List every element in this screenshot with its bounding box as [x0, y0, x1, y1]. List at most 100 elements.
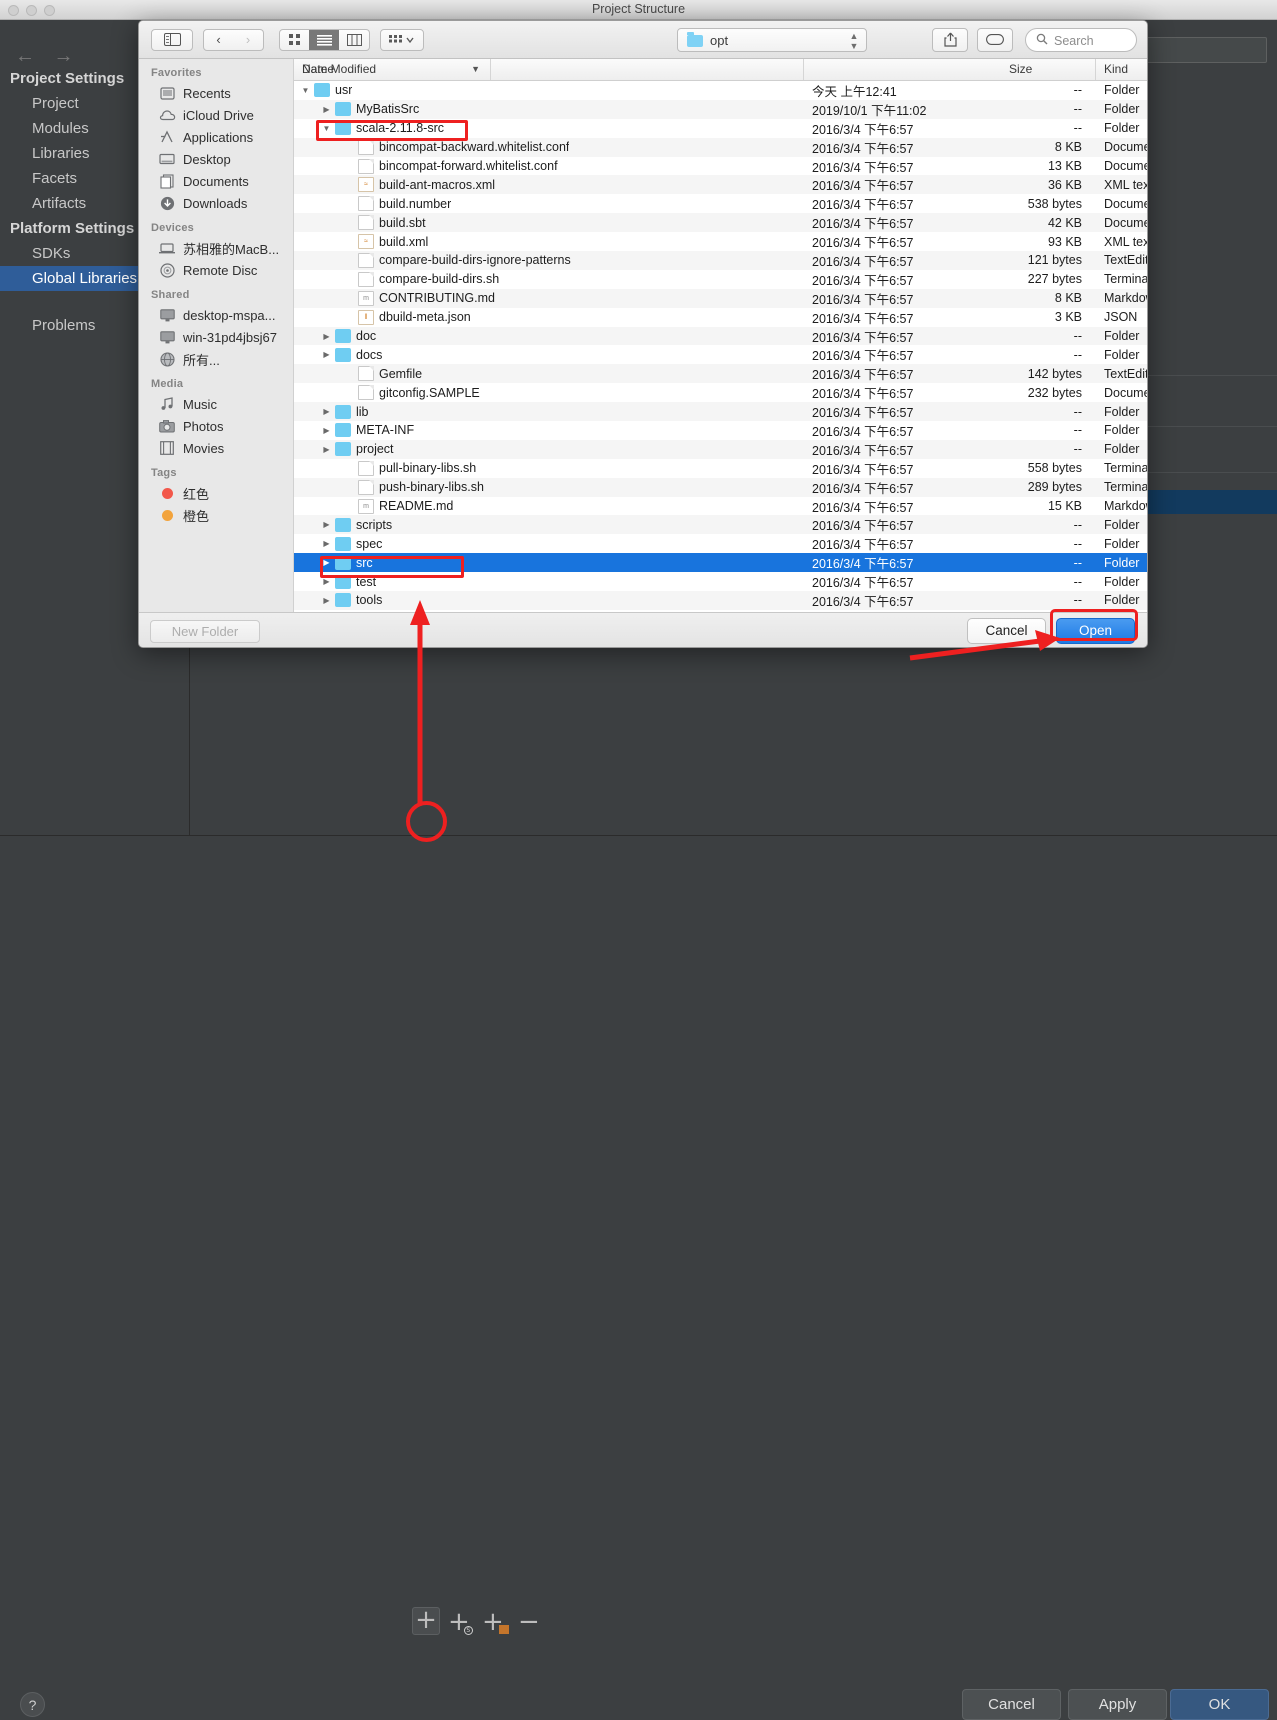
table-row[interactable]: ▶ META-INF 2016/3/4 下午6:57 -- Folder [294, 421, 1147, 440]
sidebar-item-[interactable]: 红色 [139, 482, 293, 504]
icon-view-button[interactable] [279, 29, 310, 51]
file-date-cell: 2016/3/4 下午6:57 [812, 557, 914, 572]
table-row[interactable]: build.sbt 2016/3/4 下午6:57 42 KB Document [294, 213, 1147, 233]
disclosure-down-icon[interactable]: ▼ [300, 86, 311, 95]
file-name-label: MyBatisSrc [356, 102, 420, 117]
column-header-date-modified[interactable]: Date Modified ▼ [294, 59, 491, 80]
sidebar-item-win-31pd4jbsj67[interactable]: win-31pd4jbsj67 [139, 326, 293, 348]
sidebar-item-desktop-mspa[interactable]: desktop-mspa... [139, 304, 293, 326]
cancel-button[interactable]: Cancel [967, 618, 1046, 644]
sidebar-item-movies[interactable]: Movies [139, 437, 293, 459]
arrange-button[interactable] [380, 29, 424, 51]
finder-open-panel: ‹ › opt ▲ ▼ Search Favorites Recents iCl… [138, 20, 1148, 648]
table-row[interactable]: compare-build-dirs-ignore-patterns 2016/3… [294, 251, 1147, 270]
disclosure-right-icon[interactable]: ▶ [321, 577, 332, 586]
table-row[interactable]: bincompat-backward.whitelist.conf 2016/3/… [294, 137, 1147, 157]
new-folder-button[interactable]: New Folder [150, 620, 260, 643]
sidebar-item-label: Photos [183, 418, 224, 434]
table-row[interactable]: ▶ scripts 2016/3/4 下午6:57 -- Folder [294, 515, 1147, 535]
content-selected-row[interactable] [1130, 490, 1277, 514]
table-row[interactable]: ▶ project 2016/3/4 下午6:57 -- Folder [294, 439, 1147, 459]
disclosure-right-icon[interactable]: ▶ [321, 558, 332, 567]
table-row[interactable]: ▶ docs 2016/3/4 下午6:57 -- Folder [294, 345, 1147, 364]
table-row[interactable]: ▶ test 2016/3/4 下午6:57 -- Folder [294, 572, 1147, 591]
apply-button[interactable]: Apply [1068, 1689, 1167, 1720]
library-name-field[interactable] [1137, 37, 1267, 63]
table-row[interactable]: ▶ src 2016/3/4 下午6:57 -- Folder [294, 553, 1147, 573]
column-view-button[interactable] [339, 29, 370, 51]
table-row[interactable]: ‖ dbuild-meta.json 2016/3/4 下午6:57 3 KB JSON [294, 308, 1147, 327]
disclosure-right-icon[interactable]: ▶ [321, 407, 332, 416]
table-row[interactable]: ≈ build-ant-macros.xml 2016/3/4 下午6:57 36 K… [294, 175, 1147, 195]
table-row[interactable]: m README.md 2016/3/4 下午6:57 15 KB Markdown [294, 497, 1147, 516]
disclosure-right-icon[interactable]: ▶ [321, 350, 332, 359]
table-row[interactable]: ▶ MyBatisSrc 2019/10/1 下午11:02 -- Folder [294, 99, 1147, 119]
table-row[interactable]: bincompat-forward.whitelist.conf 2016/3/4… [294, 157, 1147, 176]
add-java-button[interactable]: + [482, 1609, 509, 1635]
path-popup-button[interactable]: opt ▲ ▼ [677, 28, 867, 52]
table-row[interactable]: ▶ tools 2016/3/4 下午6:57 -- Folder [294, 591, 1147, 610]
file-name-cell: ≈ build-ant-macros.xml [294, 177, 804, 193]
table-row[interactable]: compare-build-dirs.sh 2016/3/4 下午6:57 227 … [294, 270, 1147, 289]
table-row[interactable]: ▶ doc 2016/3/4 下午6:57 -- Folder [294, 326, 1147, 346]
column-header-kind[interactable]: Kind [1096, 59, 1147, 80]
chevron-updown-icon[interactable]: ▲ ▼ [848, 31, 860, 51]
help-icon[interactable]: ? [20, 1692, 45, 1717]
search-input[interactable]: Search [1025, 28, 1137, 52]
add-scala-sdk-button[interactable]: + S [448, 1609, 473, 1635]
sidebar-item-[interactable]: 橙色 [139, 504, 293, 526]
sidebar-item-remote-disc[interactable]: Remote Disc [139, 259, 293, 281]
sidebar-item-[interactable]: 所有... [139, 348, 293, 370]
finder-sidebar[interactable]: Favorites Recents iCloud Drive Applications… [139, 59, 294, 612]
table-row[interactable]: ▶ spec 2016/3/4 下午6:57 -- Folder [294, 534, 1147, 553]
sidebar-item-desktop[interactable]: Desktop [139, 148, 293, 170]
table-row[interactable]: Gemfile 2016/3/4 下午6:57 142 bytes TextEdit [294, 364, 1147, 384]
disclosure-right-icon[interactable]: ▶ [321, 426, 332, 435]
share-icon[interactable] [932, 28, 968, 52]
sidebar-toggle-icon[interactable] [151, 29, 193, 51]
add-button[interactable]: + [412, 1607, 440, 1635]
sidebar-item-documents[interactable]: Documents [139, 170, 293, 192]
disclosure-right-icon[interactable]: ▶ [321, 332, 332, 341]
forward-arrow-icon[interactable]: → [46, 46, 80, 66]
sidebar-item-recents[interactable]: Recents [139, 82, 293, 104]
table-row[interactable]: pull-binary-libs.sh 2016/3/4 下午6:57 558 by… [294, 459, 1147, 478]
list-view-button[interactable] [309, 29, 340, 51]
table-row[interactable]: gitconfig.SAMPLE 2016/3/4 下午6:57 232 bytes… [294, 383, 1147, 402]
sidebar-item-photos[interactable]: Photos [139, 415, 293, 437]
disclosure-right-icon[interactable]: ▶ [321, 105, 332, 114]
table-row[interactable]: push-binary-libs.sh 2016/3/4 下午6:57 289 by… [294, 477, 1147, 497]
sidebar-item-downloads[interactable]: Downloads [139, 192, 293, 214]
file-name-label: src [356, 555, 373, 570]
file-name-label: README.md [379, 499, 454, 514]
tag-icon[interactable] [977, 28, 1013, 52]
disclosure-right-icon[interactable]: ▶ [321, 520, 332, 529]
sidebar-item-applications[interactable]: Applications [139, 126, 293, 148]
sidebar-item-label: 红色 [183, 486, 210, 502]
table-row[interactable]: build.number 2016/3/4 下午6:57 538 bytes Docu… [294, 194, 1147, 213]
remove-button[interactable]: − [518, 1609, 540, 1635]
sidebar-item-icloud-drive[interactable]: iCloud Drive [139, 104, 293, 126]
file-date-cell: 2016/3/4 下午6:57 [812, 141, 914, 156]
disclosure-right-icon[interactable]: ▶ [321, 445, 332, 454]
table-row[interactable]: ▼ usr 今天 上午12:41 -- Folder [294, 81, 1147, 100]
disclosure-right-icon[interactable]: ▶ [321, 539, 332, 548]
ok-button[interactable]: OK [1170, 1689, 1269, 1720]
open-button[interactable]: Open [1056, 618, 1135, 644]
table-row[interactable]: ▶ lib 2016/3/4 下午6:57 -- Folder [294, 402, 1147, 422]
back-arrow-icon[interactable]: ← [8, 46, 42, 66]
sidebar-item-music[interactable]: Music [139, 393, 293, 415]
cancel-button[interactable]: Cancel [962, 1689, 1061, 1720]
forward-button[interactable]: › [233, 29, 264, 51]
column-header-size[interactable]: Size [1001, 59, 1096, 80]
disclosure-down-icon[interactable]: ▼ [321, 124, 332, 133]
sidebar-item-label: Desktop [183, 151, 231, 167]
table-row[interactable]: ▼ scala-2.11.8-src 2016/3/4 下午6:57 -- Folder [294, 119, 1147, 138]
file-list[interactable]: ▼ usr 今天 上午12:41 -- Folder ▶ MyBatisSrc 2019/10… [294, 81, 1147, 612]
sidebar-item-macb[interactable]: 苏相雅的MacB... [139, 237, 293, 259]
back-button[interactable]: ‹ [203, 29, 234, 51]
disclosure-right-icon[interactable]: ▶ [321, 596, 332, 605]
table-row[interactable]: m CONTRIBUTING.md 2016/3/4 下午6:57 8 KB Markd… [294, 288, 1147, 308]
file-kind-cell: Folder [1104, 102, 1140, 117]
table-row[interactable]: ≈ build.xml 2016/3/4 下午6:57 93 KB XML text [294, 232, 1147, 251]
